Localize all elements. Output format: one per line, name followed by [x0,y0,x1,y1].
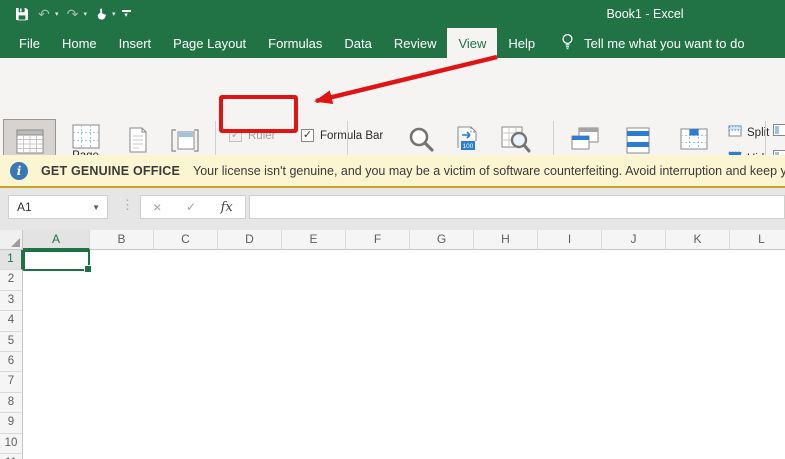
formula-buttons: × ✓ fx [140,195,246,219]
row-header-1[interactable]: 1 [0,250,23,271]
insert-function-icon[interactable]: fx [221,200,233,215]
touch-mode-dropdown-icon[interactable]: ▾ [112,10,116,18]
tell-me-box[interactable]: Tell me what you want to do [560,28,745,58]
arrange-all-icon [625,123,651,157]
title-bar: ↶ ▾ ↷ ▾ ▾ ▾ Book1 - Excel [0,0,785,28]
row-header-8[interactable]: 8 [0,392,23,414]
column-header-h[interactable]: H [474,230,538,250]
notice-badge: GET GENUINE OFFICE [41,163,181,178]
split-button[interactable]: Split [728,125,769,140]
row-header-5[interactable]: 5 [0,331,23,352]
row-header-9[interactable]: 9 [0,413,23,434]
row-header-6[interactable]: 6 [0,351,23,373]
tab-data[interactable]: Data [333,28,382,58]
split-icon [728,125,742,140]
undo-dropdown-icon[interactable]: ▾ [55,10,59,18]
zoom-to-selection-icon [501,123,531,157]
enter-icon[interactable]: ✓ [186,200,196,214]
formula-bar-resize-handle[interactable]: ⋮ [121,197,134,213]
undo-icon[interactable]: ↶ [36,6,52,22]
genuine-office-notice: i GET GENUINE OFFICE Your license isn't … [0,155,785,188]
row-headers: 1 2 3 4 5 6 7 8 9 10 11 [0,250,23,459]
page-break-preview-icon [72,123,100,149]
annotation-red-box [219,95,298,133]
column-header-c[interactable]: C [154,230,218,250]
column-headers: A B C D E F G H I J K L [23,230,785,250]
column-header-a[interactable]: A [23,230,90,250]
formula-bar-checkbox[interactable] [301,129,314,142]
excel-window: ↶ ▾ ↷ ▾ ▾ ▾ Book1 - Excel File Home Inse… [0,0,785,459]
tab-insert[interactable]: Insert [108,28,163,58]
view-side-by-side-icon[interactable] [773,124,785,136]
info-icon: i [10,161,28,180]
name-box-value: A1 [17,200,32,214]
new-window-icon [570,123,600,157]
lightbulb-icon [560,33,575,53]
name-box-dropdown-icon[interactable]: ▼ [92,203,107,212]
ribbon: Normal Page Break Preview Page Layout Cu… [0,58,785,209]
tab-home[interactable]: Home [51,28,108,58]
row-header-11[interactable]: 11 [0,453,23,459]
tab-page-layout[interactable]: Page Layout [162,28,257,58]
row-header-10[interactable]: 10 [0,433,23,454]
row-header-2[interactable]: 2 [0,270,23,291]
normal-view-icon [16,124,44,158]
cancel-icon[interactable]: × [153,199,161,215]
save-icon[interactable] [14,6,30,22]
customize-quick-access-icon[interactable]: ▾ [121,10,131,19]
tell-me-label: Tell me what you want to do [584,35,745,51]
touch-mode-icon[interactable] [93,6,109,22]
zoom-100-icon: 100 [453,123,481,157]
fill-handle[interactable] [84,265,92,273]
redo-icon[interactable]: ↷ [65,6,81,22]
window-title: Book1 - Excel [606,7,684,21]
formula-input[interactable] [249,195,785,219]
select-all-corner[interactable] [0,230,23,250]
column-header-l[interactable]: L [730,230,785,250]
column-header-d[interactable]: D [218,230,282,250]
ribbon-tab-bar: File Home Insert Page Layout Formulas Da… [0,28,785,58]
row-header-3[interactable]: 3 [0,290,23,312]
quick-access-toolbar: ↶ ▾ ↷ ▾ ▾ ▾ [14,0,131,28]
column-header-e[interactable]: E [282,230,346,250]
tab-review[interactable]: Review [383,28,448,58]
notice-message: Your license isn't genuine, and you may … [193,163,785,178]
column-header-g[interactable]: G [410,230,474,250]
zoom-icon [406,123,436,157]
page-layout-view-icon [126,123,150,157]
row-header-7[interactable]: 7 [0,372,23,393]
formula-bar-checkbox-row[interactable]: Formula Bar [301,129,383,142]
column-header-i[interactable]: I [538,230,602,250]
name-box[interactable]: A1 ▼ [8,195,108,219]
column-header-f[interactable]: F [346,230,410,250]
column-header-b[interactable]: B [90,230,154,250]
tab-file[interactable]: File [8,28,51,58]
tab-formulas[interactable]: Formulas [257,28,333,58]
active-cell-a1[interactable] [23,250,92,273]
custom-views-icon [170,123,199,157]
formula-bar-label: Formula Bar [320,129,384,142]
freeze-panes-icon [679,123,709,157]
tab-view[interactable]: View [447,28,498,58]
column-header-j[interactable]: J [602,230,666,250]
cells-area[interactable] [23,250,785,459]
formula-bar-row: A1 ▼ ⋮ × ✓ fx [0,188,785,226]
redo-dropdown-icon[interactable]: ▾ [84,10,88,18]
column-header-k[interactable]: K [666,230,730,250]
tab-help[interactable]: Help [497,28,546,58]
svg-text:100: 100 [463,143,474,150]
worksheet: A B C D E F G H I J K L 1 2 3 4 5 6 7 8 … [0,226,785,459]
row-header-4[interactable]: 4 [0,311,23,332]
split-label: Split [747,126,770,139]
